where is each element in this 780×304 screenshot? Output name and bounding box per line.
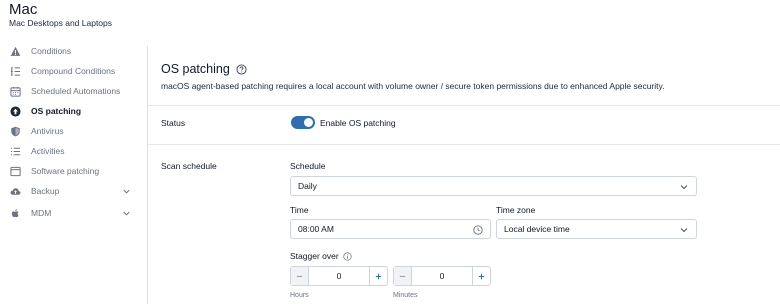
page-title: Mac xyxy=(9,1,38,18)
time-input[interactable]: 08:00 AM xyxy=(290,219,491,239)
hours-stepper: 0 xyxy=(290,266,388,286)
hours-value[interactable]: 0 xyxy=(309,267,369,285)
minutes-decrement-button[interactable] xyxy=(394,267,412,285)
chevron-down-icon[interactable] xyxy=(122,187,131,196)
sidebar-item-label: Compound Conditions xyxy=(31,66,116,76)
schedule-label: Schedule xyxy=(290,161,326,171)
section-title-text: OS patching xyxy=(161,62,230,76)
hours-unit-label: Hours xyxy=(290,292,309,299)
cloud-upload-icon xyxy=(9,185,21,197)
divider xyxy=(148,144,780,145)
page-subtitle: Mac Desktops and Laptops xyxy=(9,18,113,28)
stagger-label: Stagger over xyxy=(290,251,352,261)
warning-icon xyxy=(9,45,21,57)
status-label: Status xyxy=(161,118,186,128)
sidebar-item-label: Software patching xyxy=(31,166,100,176)
shield-icon xyxy=(9,125,21,137)
sidebar-item-scheduled-automations[interactable]: Scheduled Automations xyxy=(0,82,140,100)
sidebar: Conditions Compound Conditions Scheduled… xyxy=(0,41,147,304)
timezone-select[interactable]: Local device time xyxy=(496,219,697,239)
sidebar-item-label: Backup xyxy=(31,186,60,196)
sidebar-item-label: OS patching xyxy=(31,106,82,116)
sidebar-item-label: MDM xyxy=(31,208,52,218)
sidebar-item-os-patching[interactable]: OS patching xyxy=(0,102,140,120)
plus-icon xyxy=(478,273,485,279)
clock-icon[interactable] xyxy=(473,225,483,235)
activities-list-icon xyxy=(9,145,21,157)
info-icon[interactable] xyxy=(343,251,352,261)
enable-os-patching-label: Enable OS patching xyxy=(320,118,396,128)
main-panel: OS patching macOS agent-based patching r… xyxy=(148,41,780,304)
sidebar-item-label: Conditions xyxy=(31,46,72,56)
plus-icon xyxy=(375,273,382,279)
minutes-value[interactable]: 0 xyxy=(412,267,472,285)
sidebar-item-backup[interactable]: Backup xyxy=(0,182,140,200)
window-icon xyxy=(9,165,21,177)
sidebar-item-software-patching[interactable]: Software patching xyxy=(0,162,140,180)
minutes-increment-button[interactable] xyxy=(472,267,490,285)
hours-increment-button[interactable] xyxy=(369,267,387,285)
minus-icon xyxy=(296,275,303,277)
help-icon[interactable] xyxy=(236,63,247,75)
toggle-knob xyxy=(304,118,313,127)
stagger-label-text: Stagger over xyxy=(290,251,339,261)
chevron-down-icon xyxy=(680,185,688,190)
section-description: macOS agent-based patching requires a lo… xyxy=(161,81,665,91)
section-title: OS patching xyxy=(161,62,247,76)
sidebar-item-label: Scheduled Automations xyxy=(31,86,121,96)
hours-decrement-button[interactable] xyxy=(291,267,309,285)
calendar-icon xyxy=(9,85,21,97)
enable-os-patching-toggle[interactable] xyxy=(291,116,315,129)
sidebar-item-mdm[interactable]: MDM xyxy=(0,204,140,222)
apple-icon xyxy=(9,207,21,219)
minutes-unit-label: Minutes xyxy=(393,292,418,299)
divider xyxy=(148,105,780,106)
time-label: Time xyxy=(290,205,309,215)
scan-schedule-label: Scan schedule xyxy=(161,161,217,171)
timezone-value: Local device time xyxy=(504,224,570,234)
timezone-label: Time zone xyxy=(496,205,536,215)
sidebar-item-label: Antivirus xyxy=(31,126,64,136)
time-value: 08:00 AM xyxy=(298,224,334,234)
chevron-down-icon[interactable] xyxy=(122,209,131,218)
chevron-down-icon xyxy=(680,228,688,233)
sidebar-item-conditions[interactable]: Conditions xyxy=(0,42,140,60)
sidebar-item-antivirus[interactable]: Antivirus xyxy=(0,122,140,140)
minutes-stepper: 0 xyxy=(393,266,491,286)
list-icon xyxy=(9,65,21,77)
sidebar-item-compound-conditions[interactable]: Compound Conditions xyxy=(0,62,140,80)
upload-circle-icon xyxy=(9,105,21,117)
schedule-value: Daily xyxy=(298,181,317,191)
schedule-select[interactable]: Daily xyxy=(290,176,697,196)
sidebar-item-label: Activities xyxy=(31,146,65,156)
sidebar-item-activities[interactable]: Activities xyxy=(0,142,140,160)
minus-icon xyxy=(399,275,406,277)
